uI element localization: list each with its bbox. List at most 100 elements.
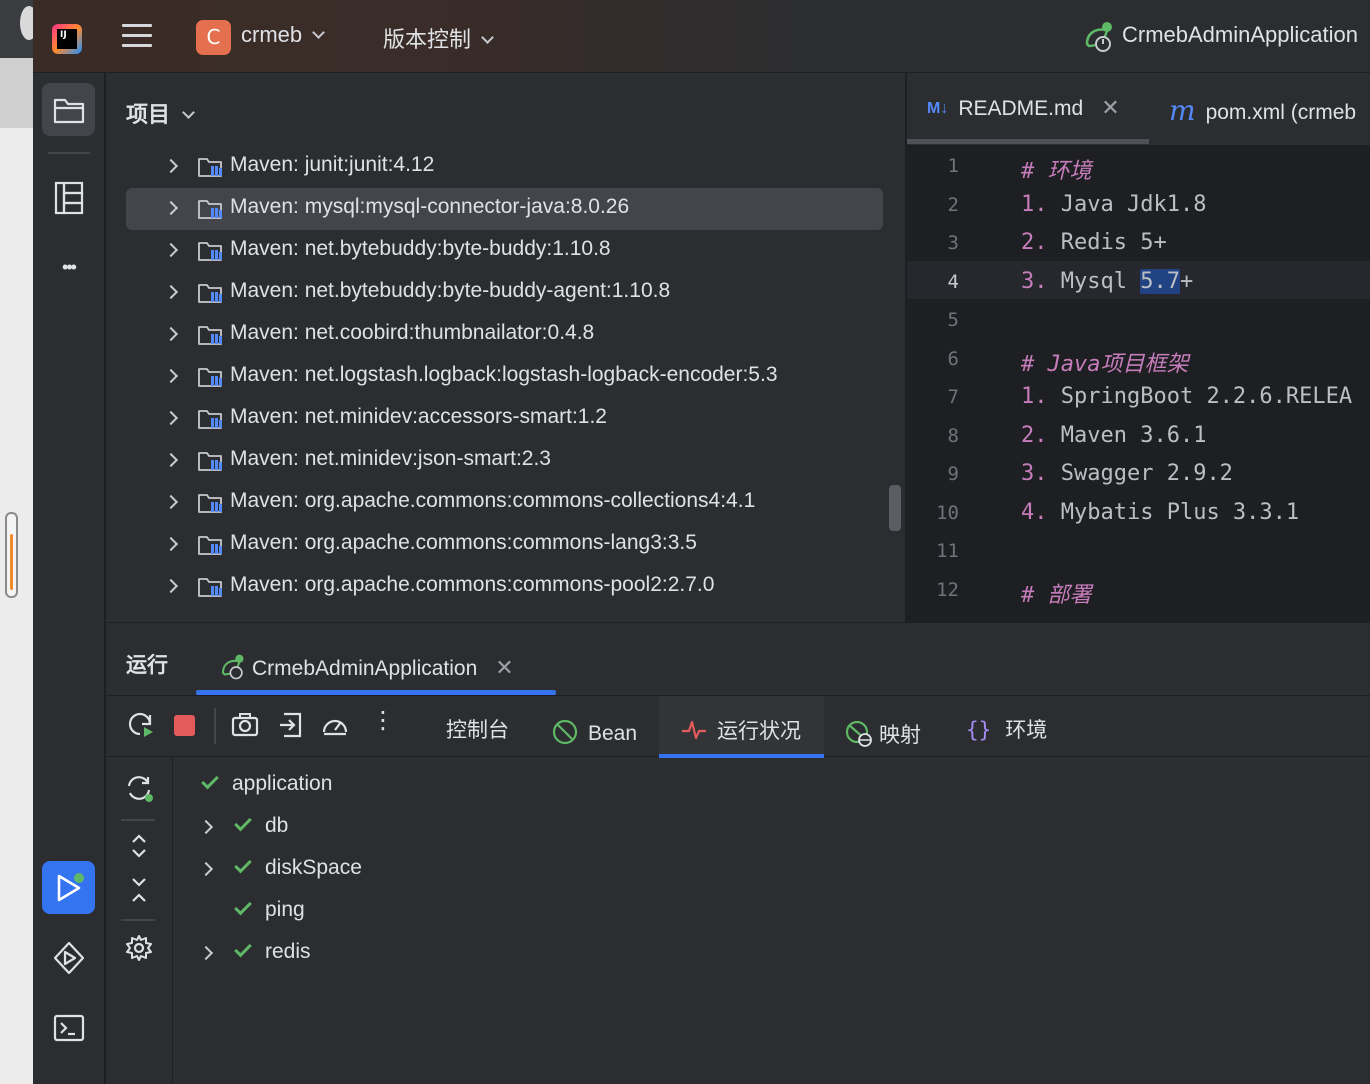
expand-all-icon[interactable]	[124, 831, 154, 861]
gear-icon[interactable]	[124, 933, 154, 963]
code-line[interactable]: 2. Maven 3.6.1	[1021, 423, 1206, 448]
chevron-right-icon[interactable]	[198, 861, 214, 877]
line-number: 2	[947, 193, 959, 216]
markdown-icon: M↓	[927, 100, 949, 117]
folder-icon	[53, 98, 84, 123]
tree-item[interactable]: Maven: junit:junit:4.12	[126, 146, 883, 188]
tree-item[interactable]: Maven: net.minidev:json-smart:2.3	[126, 440, 883, 482]
tree-item[interactable]: Maven: net.coobird:thumbnailator:0.4.8	[126, 314, 883, 356]
code-line[interactable]: # 环境	[1021, 153, 1092, 185]
health-item-label: ping	[265, 898, 305, 921]
tab-readme[interactable]: M↓ README.md ✕	[927, 95, 1120, 121]
project-tool-button[interactable]	[42, 83, 95, 136]
more-icon[interactable]: •••	[42, 241, 95, 294]
library-icon	[198, 536, 222, 555]
mapping-globe-icon	[845, 720, 872, 747]
tree-item[interactable]: Maven: org.apache.commons:commons-collec…	[126, 482, 883, 524]
tree-item[interactable]: Maven: org.apache.commons:commons-lang3:…	[126, 524, 883, 566]
chevron-right-icon[interactable]	[163, 494, 179, 510]
chevron-right-icon[interactable]	[163, 284, 179, 300]
tab-pom[interactable]: m pom.xml (crmeb	[1169, 93, 1356, 127]
library-icon	[198, 326, 222, 345]
project-badge[interactable]: C	[196, 20, 231, 55]
health-item-label: diskSpace	[265, 856, 362, 879]
chevron-down-icon	[182, 106, 195, 119]
subtab-environment[interactable]: {} 环境	[966, 696, 1047, 756]
code-line[interactable]: 1. Java Jdk1.8	[1021, 192, 1206, 217]
subtab-bean[interactable]: Bean	[552, 696, 637, 756]
tree-item[interactable]: Maven: net.bytebuddy:byte-buddy:1.10.8	[126, 230, 883, 272]
tree-item[interactable]: Maven: net.logstash.logback:logstash-log…	[126, 356, 883, 398]
vcs-menu[interactable]: 版本控制	[383, 22, 494, 54]
services-tool-button[interactable]	[42, 931, 95, 984]
background-scrollbar[interactable]	[5, 512, 18, 598]
tree-item[interactable]: Maven: mysql:mysql-connector-java:8.0.26	[126, 188, 883, 230]
spring-run-config-icon	[1085, 22, 1112, 52]
project-panel-header[interactable]: 项目	[126, 97, 195, 129]
run-panel-title: 运行	[126, 654, 168, 677]
intellij-logo-icon[interactable]: IJ	[52, 24, 82, 54]
code-line[interactable]: 1. SpringBoot 2.2.6.RELEA	[1021, 384, 1352, 409]
line-number: 3	[947, 232, 959, 254]
library-icon	[198, 494, 222, 513]
line-number: 12	[936, 578, 959, 601]
tree-item-label: Maven: net.minidev:accessors-smart:1.2	[230, 405, 607, 428]
project-scrollbar[interactable]	[889, 485, 901, 531]
code-line[interactable]: 3. Mysql 5.7+	[1021, 268, 1193, 294]
collapse-all-icon[interactable]	[124, 875, 154, 905]
chevron-right-icon[interactable]	[163, 536, 179, 552]
main-menu-icon[interactable]	[122, 24, 152, 50]
library-icon	[198, 452, 222, 471]
active-tab-indicator	[907, 139, 1149, 144]
chevron-right-icon[interactable]	[163, 578, 179, 594]
terminal-tool-button[interactable]	[42, 1001, 95, 1054]
tree-item[interactable]: Maven: net.bytebuddy:byte-buddy-agent:1.…	[126, 272, 883, 314]
code-line[interactable]: # Java项目框架	[1021, 346, 1188, 378]
tree-item-label: Maven: org.apache.commons:commons-pool2:…	[230, 573, 715, 596]
chevron-right-icon[interactable]	[163, 242, 179, 258]
chevron-right-icon[interactable]	[198, 945, 214, 961]
code-line[interactable]: 2. Redis 5+	[1021, 230, 1167, 255]
code-line[interactable]: 3. Swagger 2.9.2	[1021, 461, 1233, 486]
health-item[interactable]: db	[198, 813, 288, 838]
library-icon	[198, 578, 222, 597]
health-item[interactable]: ping	[234, 897, 305, 922]
subtab-health[interactable]: 运行状况	[681, 696, 801, 756]
chevron-right-icon[interactable]	[163, 368, 179, 384]
subtab-mappings[interactable]: 映射	[845, 696, 921, 756]
run-toolbar: ⋮ 控制台 Bean 运行状况 映射 {} 环境	[106, 695, 1370, 758]
code-line[interactable]: 4. Mybatis Plus 3.3.1	[1021, 500, 1299, 525]
subtab-console[interactable]: 控制台	[446, 696, 509, 756]
run-config-selector[interactable]: CrmebAdminApplication	[1122, 22, 1358, 48]
chevron-right-icon[interactable]	[163, 326, 179, 342]
chevron-right-icon[interactable]	[163, 452, 179, 468]
check-icon	[234, 813, 252, 832]
rerun-icon[interactable]	[126, 710, 156, 740]
chevron-down-icon	[312, 26, 325, 39]
stop-icon[interactable]	[174, 715, 195, 736]
chevron-right-icon[interactable]	[163, 158, 179, 174]
profiler-icon[interactable]	[320, 710, 350, 740]
screenshot-icon[interactable]	[230, 710, 260, 740]
tree-item[interactable]: Maven: org.apache.commons:commons-pool2:…	[126, 566, 883, 608]
chevron-right-icon[interactable]	[163, 410, 179, 426]
project-selector[interactable]: crmeb	[241, 22, 325, 48]
chevron-right-icon[interactable]	[163, 200, 179, 216]
health-item[interactable]: redis	[198, 939, 311, 964]
tree-item[interactable]: Maven: net.minidev:accessors-smart:1.2	[126, 398, 883, 440]
health-item[interactable]: diskSpace	[198, 855, 362, 880]
run-tool-button[interactable]	[42, 861, 95, 914]
line-number: 8	[947, 424, 959, 447]
close-icon[interactable]: ✕	[495, 655, 513, 680]
run-tab-crmeb[interactable]: CrmebAdminApplication ✕	[218, 647, 514, 681]
restore-layout-icon[interactable]	[276, 710, 306, 740]
refresh-icon[interactable]	[124, 773, 154, 803]
health-item[interactable]: application	[201, 771, 333, 796]
close-icon[interactable]: ✕	[1101, 95, 1119, 120]
chevron-right-icon[interactable]	[198, 819, 214, 835]
more-vertical-icon[interactable]: ⋮	[368, 706, 398, 736]
code-line[interactable]: # 部署	[1021, 577, 1092, 609]
library-icon	[198, 368, 222, 387]
health-item-label: application	[232, 772, 333, 795]
structure-tool-button[interactable]	[42, 171, 95, 224]
